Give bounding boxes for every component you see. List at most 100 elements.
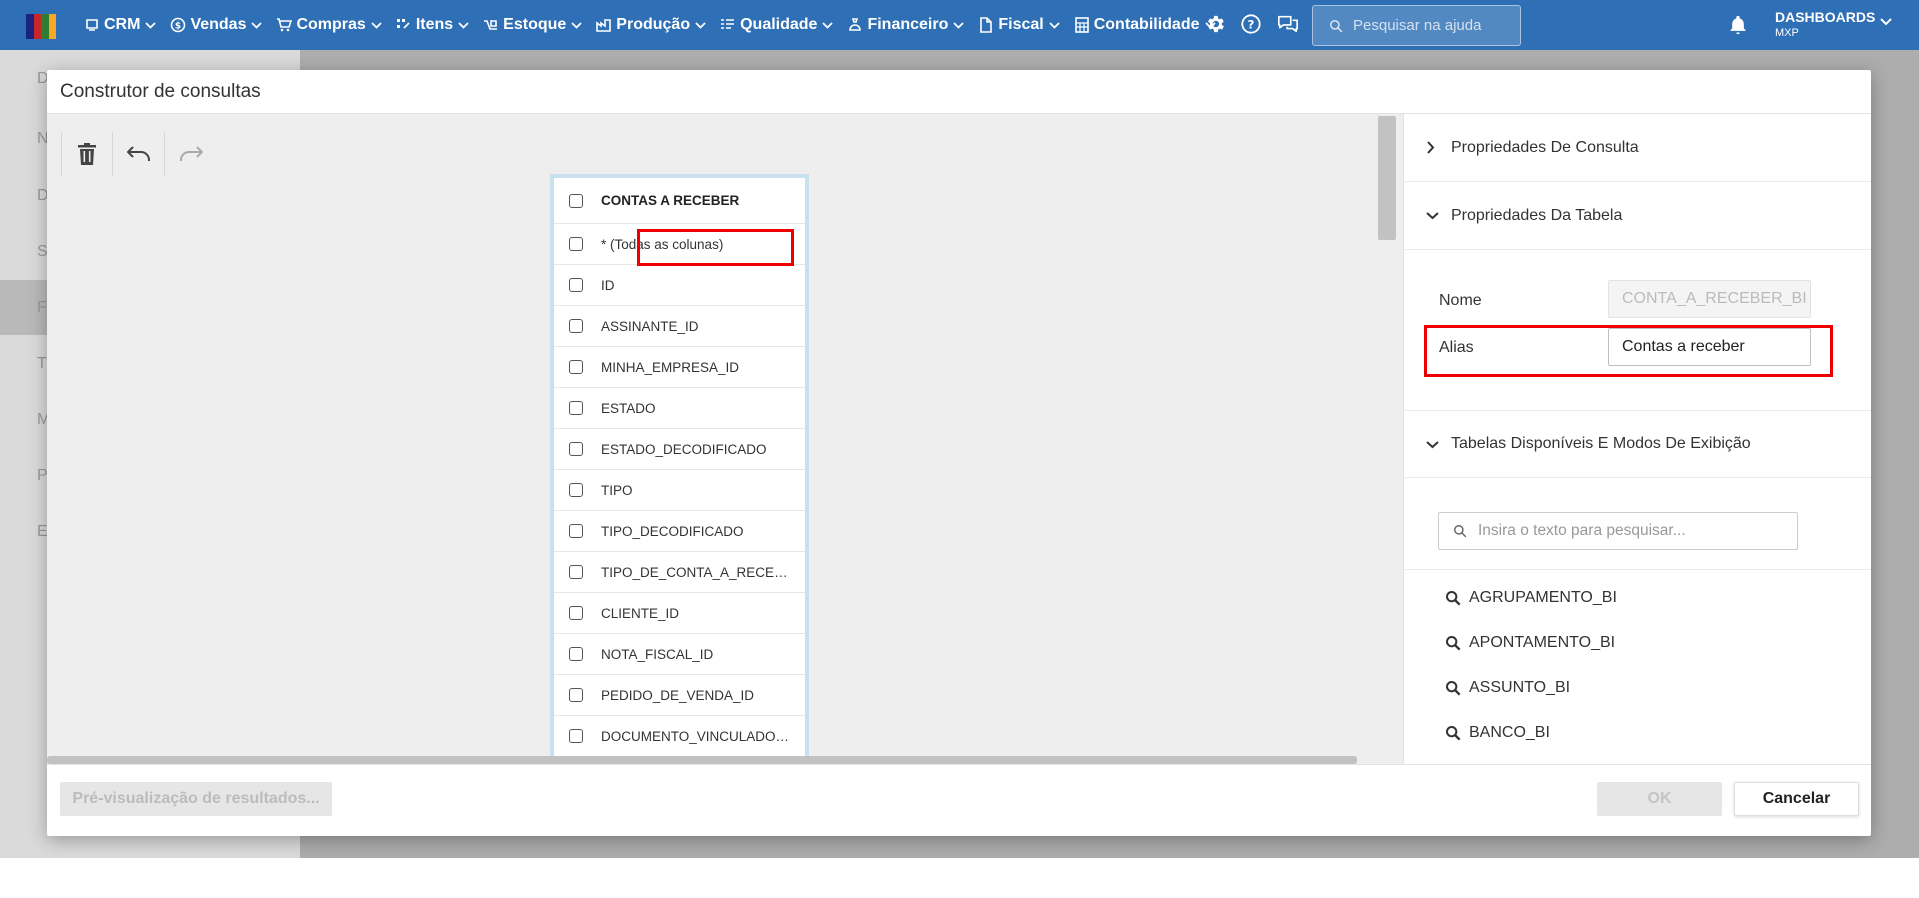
table-select-checkbox[interactable] — [569, 193, 583, 208]
background-bottom — [0, 858, 1919, 898]
chevron-down-icon — [145, 21, 157, 29]
cancel-button[interactable]: Cancelar — [1734, 782, 1859, 816]
column-checkbox[interactable] — [569, 524, 583, 538]
chevron-down-icon[interactable] — [1880, 18, 1892, 26]
table-column-row[interactable]: ESTADO — [554, 388, 805, 429]
canvas-horizontal-scrollbar[interactable] — [47, 756, 1357, 764]
column-checkbox[interactable] — [569, 688, 583, 702]
bg-sidebar-letter: T — [37, 355, 47, 372]
calculator-icon — [1074, 17, 1089, 33]
table-column-row[interactable]: ID — [554, 265, 805, 306]
undo-button[interactable] — [113, 132, 165, 176]
help-icon[interactable]: ? — [1240, 13, 1262, 35]
column-checkbox[interactable] — [569, 442, 583, 456]
column-label: ESTADO_DECODIFICADO — [601, 441, 767, 457]
column-label: TIPO_DECODIFICADO — [601, 523, 744, 539]
nav-item-vendas[interactable]: $ Vendas — [170, 16, 263, 34]
table-search-input[interactable]: Insira o texto para pesquisar... — [1438, 512, 1798, 550]
table-column-row[interactable]: DOCUMENTO_VINCULADO_ID — [554, 716, 805, 757]
crm-icon — [86, 19, 98, 31]
table-column-row[interactable]: ESTADO_DECODIFICADO — [554, 429, 805, 470]
redo-button[interactable] — [165, 132, 217, 176]
column-checkbox[interactable] — [569, 360, 583, 374]
column-label: TIPO_DE_CONTA_A_RECEBER — [601, 564, 793, 580]
search-icon — [1446, 681, 1461, 696]
preview-results-button[interactable]: Pré-visualização de resultados... — [60, 782, 332, 816]
table-column-row[interactable]: ASSINANTE_ID — [554, 306, 805, 347]
chat-icon[interactable] — [1276, 13, 1300, 35]
query-canvas[interactable]: CONTAS A RECEBER * (Todas as colunas) ID A… — [47, 114, 1403, 764]
document-icon — [980, 17, 993, 33]
column-checkbox[interactable] — [569, 319, 583, 333]
bg-sidebar-letter: F — [37, 299, 47, 316]
nav-item-qualidade[interactable]: Qualidade — [720, 16, 834, 34]
name-field-label: Nome — [1439, 292, 1482, 309]
section-available-tables-label: Tabelas Disponíveis E Modos De Exibição — [1451, 435, 1751, 452]
query-builder-dialog: Construtor de consultas CONTAS A RECEBER… — [47, 70, 1871, 836]
help-search-input[interactable]: Pesquisar na ajuda — [1312, 5, 1521, 46]
available-table-item[interactable]: ASSUNTO_BI — [1445, 670, 1570, 706]
column-checkbox[interactable] — [569, 401, 583, 415]
dialog-title: Construtor de consultas — [60, 81, 261, 102]
nav-item-itens[interactable]: Itens — [396, 16, 469, 34]
table-column-row[interactable]: TIPO_DECODIFICADO — [554, 511, 805, 552]
bell-icon[interactable] — [1728, 14, 1748, 36]
column-label: CLIENTE_ID — [601, 605, 680, 621]
top-navbar: CRM $ Vendas Compras Itens Estoque Produção Qua… — [0, 0, 1919, 50]
chevron-down-icon — [1426, 440, 1439, 448]
ok-button[interactable]: OK — [1597, 782, 1722, 816]
table-column-row[interactable]: CLIENTE_ID — [554, 593, 805, 634]
delete-button[interactable] — [61, 132, 113, 176]
search-icon — [1446, 726, 1461, 741]
table-column-row[interactable]: TIPO_DE_CONTA_A_RECEBER — [554, 552, 805, 593]
column-label: DOCUMENTO_VINCULADO_ID — [601, 728, 793, 744]
nav-item-label: Vendas — [190, 16, 247, 33]
column-label: NOTA_FISCAL_ID — [601, 646, 714, 662]
column-checkbox[interactable] — [569, 647, 583, 661]
search-icon — [1454, 525, 1467, 538]
nav-item-label: Fiscal — [998, 16, 1044, 33]
app-logo[interactable] — [26, 14, 56, 39]
nav-item-producao[interactable]: Produção — [596, 16, 706, 34]
column-checkbox[interactable] — [569, 565, 583, 579]
table-column-row[interactable]: TIPO — [554, 470, 805, 511]
gear-icon[interactable] — [1204, 13, 1226, 35]
scrollbar-thumb[interactable] — [1378, 116, 1396, 240]
nav-item-crm[interactable]: CRM — [84, 16, 157, 34]
section-query-properties[interactable]: Propriedades De Consulta — [1404, 114, 1871, 182]
available-table-item[interactable]: BANCO_BI — [1445, 715, 1550, 751]
table-card-header[interactable]: CONTAS A RECEBER — [554, 178, 805, 224]
nav-item-financeiro[interactable]: Financeiro — [847, 16, 964, 34]
nav-item-fiscal[interactable]: Fiscal — [978, 16, 1060, 34]
section-table-properties[interactable]: Propriedades Da Tabela — [1404, 182, 1871, 250]
nav-utility-icons: ? — [1204, 13, 1300, 35]
column-checkbox[interactable] — [569, 606, 583, 620]
dialog-footer-divider — [47, 764, 1871, 765]
section-available-tables[interactable]: Tabelas Disponíveis E Modos De Exibição — [1404, 410, 1871, 478]
table-column-row[interactable]: MINHA_EMPRESA_ID — [554, 347, 805, 388]
table-column-row[interactable]: PEDIDO_DE_VENDA_ID — [554, 675, 805, 716]
redo-icon — [180, 146, 203, 161]
column-checkbox[interactable] — [569, 483, 583, 497]
name-field-value: CONTA_A_RECEBER_BI — [1622, 290, 1807, 307]
trash-icon — [78, 143, 96, 165]
nav-item-estoque[interactable]: Estoque — [483, 16, 582, 34]
table-column-list: * (Todas as colunas) ID ASSINANTE_ID MINHA_… — [554, 224, 805, 757]
nav-item-contabilidade[interactable]: Contabilidade — [1074, 16, 1216, 34]
stock-icon — [484, 20, 498, 30]
factory-icon — [596, 19, 612, 32]
available-table-item[interactable]: AGRUPAMENTO_BI — [1445, 580, 1617, 616]
undo-icon — [126, 146, 150, 161]
highlight-box-alias — [1424, 325, 1833, 377]
column-checkbox[interactable] — [569, 729, 583, 743]
nav-item-label: Contabilidade — [1093, 16, 1200, 33]
dashboards-menu[interactable]: DASHBOARDS MXP — [1775, 9, 1875, 41]
canvas-vertical-scrollbar[interactable] — [1376, 114, 1397, 764]
column-checkbox[interactable] — [569, 237, 583, 251]
available-table-item[interactable]: APONTAMENTO_BI — [1445, 625, 1615, 661]
nav-item-compras[interactable]: Compras — [276, 16, 382, 34]
table-column-row[interactable]: NOTA_FISCAL_ID — [554, 634, 805, 675]
column-checkbox[interactable] — [569, 278, 583, 292]
chevron-down-icon — [458, 21, 469, 29]
svg-text:$: $ — [175, 22, 181, 32]
